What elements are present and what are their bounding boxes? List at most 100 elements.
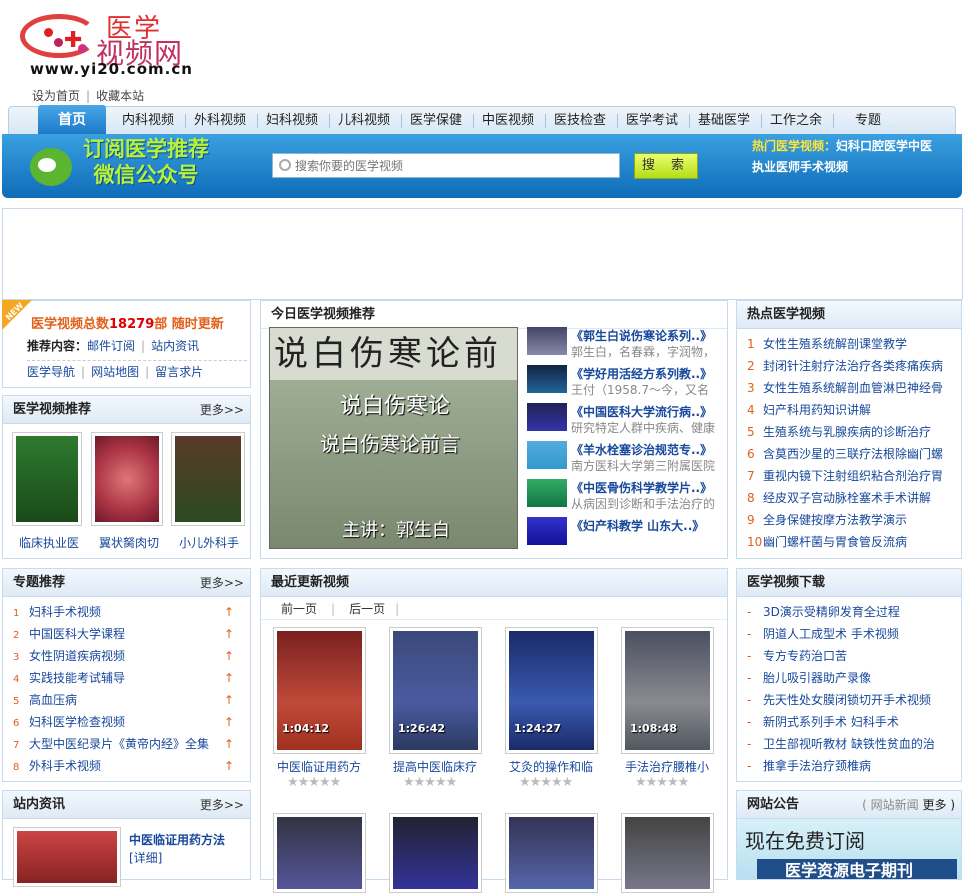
list-item[interactable]: 6 妇科医学检查视频 ↑ xyxy=(13,711,250,733)
nav-gynecology[interactable]: 妇科视频 xyxy=(257,107,327,134)
recommend-caption-3[interactable]: 小儿外科手 xyxy=(171,534,247,551)
latest-caption-3[interactable]: 艾灸的操作和临 xyxy=(501,758,601,775)
next-page-link[interactable]: 后一页 xyxy=(349,602,385,616)
nav-internal[interactable]: 内科视频 xyxy=(113,107,183,134)
rating-stars: ★★★★★ xyxy=(635,775,689,790)
nav-healthcare[interactable]: 医学保健 xyxy=(401,107,471,134)
list-item[interactable]: 8 外科手术视频 ↑ xyxy=(13,755,250,777)
today-item[interactable]: 《妇产科教学 山东大..》 xyxy=(527,517,723,555)
list-item[interactable]: 7 重视内镜下注射组织粘合剂治疗胃 xyxy=(747,465,961,487)
latest-thumb-3[interactable]: 1:24:27 xyxy=(505,627,598,754)
nav-tcm[interactable]: 中医视频 xyxy=(473,107,543,134)
list-item[interactable]: 4 实践技能考试辅导 ↑ xyxy=(13,667,250,689)
site-news-sub-link[interactable]: ( 网站新闻 xyxy=(862,798,919,812)
today-item-title[interactable]: 《中医骨伤科学教学片..》 xyxy=(571,479,712,496)
special-title: 专题推荐 xyxy=(13,575,66,590)
prev-page-link[interactable]: 前一页 xyxy=(281,602,317,616)
list-item[interactable]: 10幽门螺杆菌与胃食管反流病 xyxy=(747,531,961,553)
notice-banner[interactable]: 现在免费订阅 医学资源电子期刊 xyxy=(737,819,961,879)
today-item[interactable]: 《中医骨伤科学教学片..》 从病因到诊断和手法治疗的 xyxy=(527,479,723,517)
search-button[interactable]: 搜 索 xyxy=(634,153,698,179)
recommend-thumb-2[interactable] xyxy=(91,432,163,526)
recommend-caption-2[interactable]: 翼状胬肉切 xyxy=(91,534,167,551)
recommend-caption-1[interactable]: 临床执业医 xyxy=(11,534,87,551)
latest-thumb-2[interactable]: 1:26:42 xyxy=(389,627,482,754)
today-item-title[interactable]: 《学好用活经方系列教..》 xyxy=(571,365,712,382)
medical-nav-link[interactable]: 医学导航 xyxy=(27,365,75,379)
recommend-more-link[interactable]: 更多>> xyxy=(200,396,244,424)
list-item[interactable]: -3D演示受精卵发育全过程 xyxy=(747,601,961,623)
rating-stars: ★★★★★ xyxy=(287,775,341,790)
today-item[interactable]: 《学好用活经方系列教..》 王付（1958.7～今，又名 xyxy=(527,365,723,403)
nav-lab-exam[interactable]: 医技检查 xyxy=(545,107,615,134)
latest-thumb-8[interactable] xyxy=(621,813,714,893)
list-item[interactable]: 4 妇产科用药知识讲解 xyxy=(747,399,961,421)
nav-topics[interactable]: 专题 xyxy=(833,107,903,134)
today-item-title[interactable]: 《郭生白说伤寒论系列..》 xyxy=(571,327,712,344)
list-item[interactable]: 2 封闭针注射疗法治疗各类疼痛疾病 xyxy=(747,355,961,377)
message-link[interactable]: 留言求片 xyxy=(155,365,203,379)
site-logo[interactable]: ✚ 医学 视频网 www.yi20.com.cn xyxy=(18,8,218,80)
today-item[interactable]: 《中国医科大学流行病..》 研究特定人群中疾病、健康 xyxy=(527,403,723,441)
latest-thumb-4[interactable]: 1:08:48 xyxy=(621,627,714,754)
latest-caption-1[interactable]: 中医临证用药方 xyxy=(269,758,369,775)
list-item[interactable]: 2 中国医科大学课程 ↑ xyxy=(13,623,250,645)
list-item[interactable]: - 先天性处女膜闭锁切开手术视频 xyxy=(747,689,961,711)
nav-surgery[interactable]: 外科视频 xyxy=(185,107,255,134)
list-item[interactable]: 1 女性生殖系统解剖课堂教学 xyxy=(747,333,961,355)
hot-link-1[interactable]: 妇科口腔医学中医 xyxy=(836,139,932,153)
sitenews-detail-link[interactable]: [详细] xyxy=(129,849,162,866)
latest-caption-2[interactable]: 提高中医临床疗 xyxy=(385,758,485,775)
list-item[interactable]: - 卫生部视听教材 缺铁性贫血的治 xyxy=(747,733,961,755)
list-item[interactable]: 5 生殖系统与乳腺疾病的诊断治疗 xyxy=(747,421,961,443)
list-item[interactable]: 7 大型中医纪录片《黄帝内经》全集 ↑ xyxy=(13,733,250,755)
today-featured-video[interactable]: 说白伤寒论前 说白伤寒论 说白伤寒论前言 主讲：郭生白 xyxy=(269,327,518,549)
set-homepage-link[interactable]: 设为首页 xyxy=(32,89,80,103)
recommend-thumb-3[interactable] xyxy=(171,432,245,526)
list-item[interactable]: 3 女性阴道疾病视频 ↑ xyxy=(13,645,250,667)
nav-basic-medicine[interactable]: 基础医学 xyxy=(689,107,759,134)
site-news-link[interactable]: 站内资讯 xyxy=(151,339,199,353)
nav-home[interactable]: 首页 xyxy=(38,105,106,135)
list-item[interactable]: - 新阴式系列手术 妇科手术 xyxy=(747,711,961,733)
list-item[interactable]: 5 高血压病 ↑ xyxy=(13,689,250,711)
today-item[interactable]: 《羊水栓塞诊治规范专..》 南方医科大学第三附属医院 xyxy=(527,441,723,479)
hot-link-2[interactable]: 执业医师手术视频 xyxy=(752,160,848,174)
list-item[interactable]: - 推拿手法治疗颈椎病 xyxy=(747,755,961,777)
latest-thumb-5[interactable] xyxy=(273,813,366,893)
nav-pediatrics[interactable]: 儿科视频 xyxy=(329,107,399,134)
hotvideos-title: 热点医学视频 xyxy=(747,307,826,322)
today-item-title[interactable]: 《羊水栓塞诊治规范专..》 xyxy=(571,441,712,458)
sitenews-item-title[interactable]: 中医临证用药方法 xyxy=(129,831,225,848)
list-item[interactable]: - 专方专药治口苦 xyxy=(747,645,961,667)
list-item[interactable]: - 胎儿吸引器助产录像 xyxy=(747,667,961,689)
today-item[interactable]: 《郭生白说伤寒论系列..》 郭生白，名春霖，字润物， xyxy=(527,327,723,365)
list-item[interactable]: - 阴道人工成型术 手术视频 xyxy=(747,623,961,645)
latest-thumb-7[interactable] xyxy=(505,813,598,893)
video-caption-1: 说白伤寒论 xyxy=(340,394,451,419)
add-favorite-link[interactable]: 收藏本站 xyxy=(96,89,144,103)
list-item[interactable]: 8 经皮双子宫动脉栓塞术手术讲解 xyxy=(747,487,961,509)
list-item[interactable]: 3 女性生殖系统解剖血管淋巴神经骨 xyxy=(747,377,961,399)
notice-more-link[interactable]: 更多 ) xyxy=(923,798,956,812)
special-more-link[interactable]: 更多>> xyxy=(200,569,244,597)
mail-subscribe-link[interactable]: 邮件订阅 xyxy=(87,339,135,353)
special-list: 1 妇科手术视频 ↑ 2 中国医科大学课程 ↑ 3 女性阴道疾病视频 ↑ 4 实践技能考试辅导… xyxy=(3,597,250,777)
today-item-title[interactable]: 《中国医科大学流行病..》 xyxy=(571,403,712,420)
list-item[interactable]: 1 妇科手术视频 ↑ xyxy=(13,601,250,623)
list-item[interactable]: 6 含莫西沙星的三联疗法根除幽门螺 xyxy=(747,443,961,465)
nav-leisure[interactable]: 工作之余 xyxy=(761,107,831,134)
sitenews-more-link[interactable]: 更多>> xyxy=(200,791,244,819)
download-header: 医学视频下载 xyxy=(737,569,961,597)
latest-thumb-6[interactable] xyxy=(389,813,482,893)
latest-caption-4[interactable]: 手法治疗腰椎小 xyxy=(617,758,717,775)
nav-medical-exam[interactable]: 医学考试 xyxy=(617,107,687,134)
latest-thumb-1[interactable]: 1:04:12 xyxy=(273,627,366,754)
sitemap-link[interactable]: 网站地图 xyxy=(91,365,139,379)
list-item[interactable]: 9 全身保健按摩方法教学演示 xyxy=(747,509,961,531)
recommend-thumb-1[interactable] xyxy=(12,432,82,526)
today-item-title[interactable]: 《妇产科教学 山东大..》 xyxy=(571,517,704,534)
search-input[interactable] xyxy=(295,156,615,175)
sitenews-thumb[interactable] xyxy=(13,827,121,887)
wechat-subscribe-promo[interactable]: 订阅医学推荐 微信公众号 xyxy=(76,136,216,188)
